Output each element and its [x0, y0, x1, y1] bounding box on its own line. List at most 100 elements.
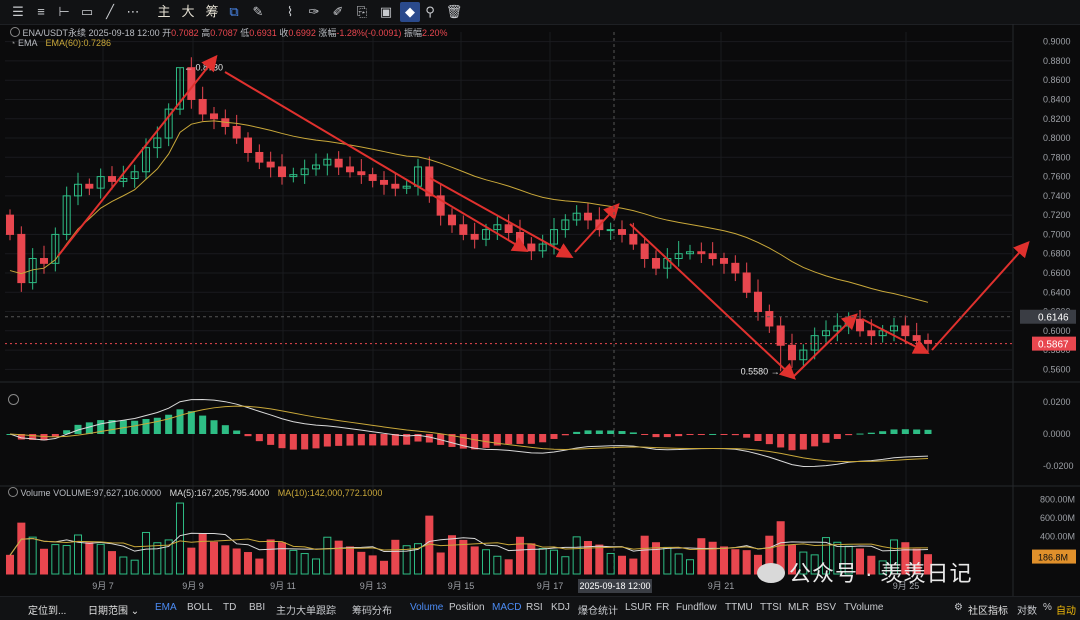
sub-indicator-9[interactable]: TTMU — [725, 602, 753, 613]
locate-button[interactable]: 定位到... — [28, 602, 66, 617]
sub-indicator-11[interactable]: MLR — [788, 602, 809, 613]
settings-icon[interactable]: ⚙ — [954, 602, 963, 613]
x-tick-label: 9月 17 — [537, 581, 564, 591]
macd-histogram-bar — [743, 434, 751, 438]
candle — [617, 229, 627, 235]
volume-bar — [742, 550, 751, 575]
volume-bar — [379, 560, 389, 575]
auto-scale-toggle[interactable]: 自动 — [1056, 602, 1076, 617]
crosshair-price-label: 0.6146 — [1038, 313, 1069, 324]
draw-icon[interactable]: ✎ — [248, 2, 268, 22]
percent-scale-toggle[interactable]: % — [1043, 602, 1052, 613]
sub-indicator-10[interactable]: TTSI — [760, 602, 782, 613]
candle — [198, 98, 207, 115]
more-dots-icon[interactable]: ⋯ — [123, 2, 143, 22]
chips-button[interactable]: 筹 — [202, 2, 222, 22]
price-tick-label: 0.7800 — [1043, 152, 1071, 162]
low-annotation: 0.5580 → — [741, 366, 780, 376]
main-chart-button[interactable]: 主 — [154, 2, 174, 22]
main-indicator-3[interactable]: BBI — [249, 602, 265, 613]
macd-histogram-bar — [686, 434, 694, 435]
ma5-value: MA(5):167,205,795.4000 — [169, 488, 270, 498]
sub-indicator-1[interactable]: Position — [449, 602, 485, 613]
bell-icon[interactable]: ◔ — [10, 38, 15, 48]
indicator-list-icon[interactable]: ≡ — [31, 2, 51, 22]
sub-indicator-7[interactable]: FR — [656, 602, 669, 613]
filter-icon[interactable]: ⚲ — [420, 2, 440, 22]
candle-datetime: 2025-09-18 12:00 — [88, 28, 160, 38]
x-tick-label: 9月 15 — [448, 581, 475, 591]
sub-indicator-0[interactable]: Volume — [410, 602, 443, 613]
price-chart[interactable]: 0.9000 0.8800 0.8600 0.8400 0.8200 0.8000 0.78… — [0, 24, 1080, 596]
sub-indicator-2[interactable]: MACD — [492, 602, 521, 613]
macd-legend[interactable] — [8, 394, 19, 407]
trend-arrow — [792, 313, 858, 378]
low-value: 0.6931 — [249, 28, 277, 38]
date-range-dropdown[interactable]: 日期范围 ⌄ — [88, 602, 139, 617]
eye-icon[interactable] — [8, 487, 18, 497]
macd-histogram-bar — [527, 434, 535, 444]
last-price-label: 0.5867 — [1038, 340, 1069, 351]
ma10-value: MA(10):142,000,772.1000 — [277, 488, 383, 498]
ruler-icon[interactable]: ⌇ — [280, 2, 300, 22]
settings-icon[interactable]: ▣ — [376, 2, 396, 22]
candle — [912, 335, 921, 341]
text-tool-icon[interactable]: ✐ — [328, 2, 348, 22]
sub-indicator-8[interactable]: Fundflow — [676, 602, 717, 613]
log-scale-toggle[interactable]: 对数 — [1017, 602, 1037, 617]
volume-bar — [731, 549, 740, 575]
candle — [515, 231, 525, 245]
macd-tick-label: 0.0000 — [1043, 429, 1071, 439]
community-indicators[interactable]: 社区指标 — [968, 602, 1008, 617]
volume-bar — [85, 542, 94, 575]
macd-histogram-bar — [187, 411, 195, 434]
sub-indicator-5[interactable]: 爆仓统计 — [578, 602, 618, 617]
volume-bar — [402, 545, 411, 575]
macd-histogram-bar — [924, 429, 932, 434]
volume-bar — [447, 535, 457, 575]
price-tick-label: 0.9000 — [1043, 37, 1071, 47]
x-tick-label: 9月 9 — [182, 581, 204, 591]
candle — [708, 253, 717, 260]
volume-bar — [130, 559, 139, 575]
brush-icon[interactable]: ✑ — [304, 2, 324, 22]
sub-indicator-3[interactable]: RSI — [526, 602, 543, 613]
crosshair-icon[interactable]: ⊢ — [54, 2, 74, 22]
candle — [17, 233, 26, 284]
price-tick-label: 0.7600 — [1043, 172, 1071, 182]
big-order-button[interactable]: 大 — [178, 2, 198, 22]
main-indicator-2[interactable]: TD — [223, 602, 236, 613]
macd-histogram-bar — [663, 434, 671, 438]
layers-icon[interactable]: ☰ — [8, 2, 28, 22]
rectangle-icon[interactable]: ▭ — [77, 2, 97, 22]
main-indicator-0[interactable]: EMA — [155, 602, 177, 613]
candle — [787, 344, 797, 361]
sub-indicator-12[interactable]: BSV — [816, 602, 836, 613]
close-label: 收 — [279, 28, 289, 38]
volume-bar — [51, 544, 60, 575]
main-indicators-more[interactable]: › — [371, 602, 374, 613]
price-tick-label: 0.7400 — [1043, 191, 1071, 201]
sub-indicator-13[interactable]: TVolume — [844, 602, 883, 613]
macd-histogram-bar — [278, 434, 286, 449]
volume-bar — [368, 555, 377, 575]
ema-legend[interactable]: ◔ EMA EMA(60):0.7286 — [10, 38, 111, 48]
macd-histogram-bar — [505, 434, 513, 445]
macd-histogram-bar — [833, 434, 841, 439]
main-indicator-4[interactable]: 主力大单跟踪 — [276, 602, 336, 617]
trendline-icon[interactable]: ╱ — [100, 2, 120, 22]
sub-indicator-4[interactable]: KDJ — [551, 602, 570, 613]
main-indicator-1[interactable]: BOLL — [187, 602, 213, 613]
sub-indicator-6[interactable]: LSUR — [625, 602, 652, 613]
compare-icon[interactable]: ⧉ — [224, 2, 244, 22]
eye-icon[interactable] — [8, 394, 19, 405]
macd-histogram-bar — [561, 434, 569, 436]
trash-icon[interactable]: 🗑 — [444, 2, 464, 22]
magnet-icon[interactable]: ◆ — [400, 2, 420, 22]
volume-bar — [436, 552, 445, 575]
candle — [470, 233, 479, 240]
candle — [39, 258, 49, 264]
macd-histogram-bar — [289, 434, 297, 450]
copy-icon[interactable]: ⎘ — [352, 2, 372, 22]
volume-bar — [617, 555, 627, 575]
